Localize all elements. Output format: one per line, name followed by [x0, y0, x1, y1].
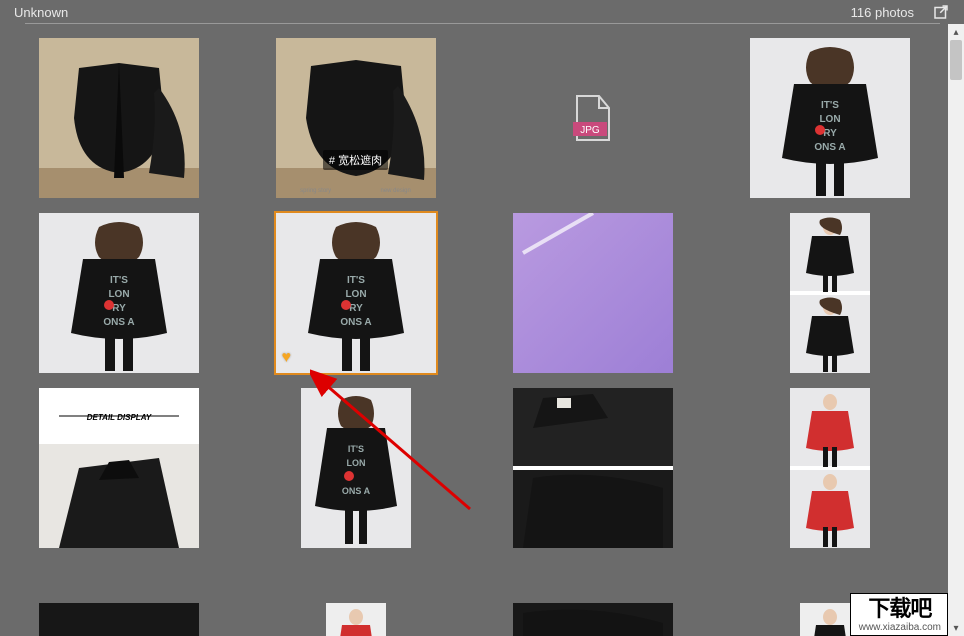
scroll-up-button[interactable]: ▴ [948, 24, 964, 40]
thumbnail[interactable] [513, 603, 673, 636]
watermark: 下载吧 www.xiazaiba.com [850, 593, 948, 636]
export-icon[interactable] [932, 3, 950, 21]
svg-text:IT'S: IT'S [347, 444, 363, 454]
thumbnail[interactable] [513, 388, 673, 548]
svg-text:ONS A: ONS A [341, 486, 370, 496]
thumbnail[interactable] [513, 213, 673, 373]
album-title: Unknown [14, 5, 68, 20]
header-bar: Unknown 116 photos [0, 0, 964, 24]
thumbnail[interactable]: DETAIL DISPLAY [39, 388, 199, 548]
thumbnail[interactable] [790, 213, 870, 373]
favorite-icon[interactable]: ♥ [282, 349, 292, 367]
watermark-logo: 下载吧 [868, 598, 931, 620]
thumbnail[interactable]: # 宽松遮肉 spring storynew design [276, 38, 436, 198]
svg-text:LON: LON [346, 458, 365, 468]
thumbnail[interactable] [790, 388, 870, 548]
thumbnail-label: DETAIL DISPLAY [86, 413, 151, 422]
thumbnail[interactable]: IT'S LON ONS A [276, 388, 436, 548]
svg-text:ONS A: ONS A [814, 142, 845, 153]
thumbnail[interactable]: IT'S LON RY ONS A [39, 213, 199, 373]
svg-text:RY: RY [823, 128, 837, 139]
scroll-thumb[interactable] [950, 40, 962, 80]
svg-text:ONS A: ONS A [340, 317, 371, 328]
svg-text:RY: RY [349, 303, 363, 314]
thumbnail[interactable] [39, 38, 199, 198]
watermark-url: www.xiazaiba.com [859, 622, 941, 633]
thumbnail-selected[interactable]: IT'S LON RY ONS A ♥ [276, 213, 436, 373]
scroll-track[interactable] [948, 40, 964, 620]
svg-text:ONS A: ONS A [103, 317, 134, 328]
svg-text:LON: LON [819, 114, 840, 125]
svg-text:LON: LON [108, 289, 129, 300]
scroll-down-button[interactable]: ▾ [948, 620, 964, 636]
svg-text:IT'S: IT'S [110, 275, 128, 286]
thumbnail[interactable] [326, 603, 386, 636]
thumbnail-grid-area: # 宽松遮肉 spring storynew design JPG [0, 24, 948, 636]
svg-text:IT'S: IT'S [821, 100, 839, 111]
vertical-scrollbar[interactable]: ▴ ▾ [948, 24, 964, 636]
photo-count: 116 photos [851, 5, 914, 20]
svg-text:LON: LON [345, 289, 366, 300]
thumbnail-annotation: # 宽松遮肉 [323, 150, 388, 170]
thumbnail[interactable]: IT'S LON RY ONS A [750, 38, 910, 198]
file-type-label: JPG [580, 125, 600, 136]
thumbnail-grid: # 宽松遮肉 spring storynew design JPG [0, 24, 948, 636]
svg-text:IT'S: IT'S [347, 275, 365, 286]
thumbnail[interactable] [39, 603, 199, 636]
thumbnail[interactable]: JPG [513, 38, 673, 198]
svg-text:RY: RY [112, 303, 126, 314]
